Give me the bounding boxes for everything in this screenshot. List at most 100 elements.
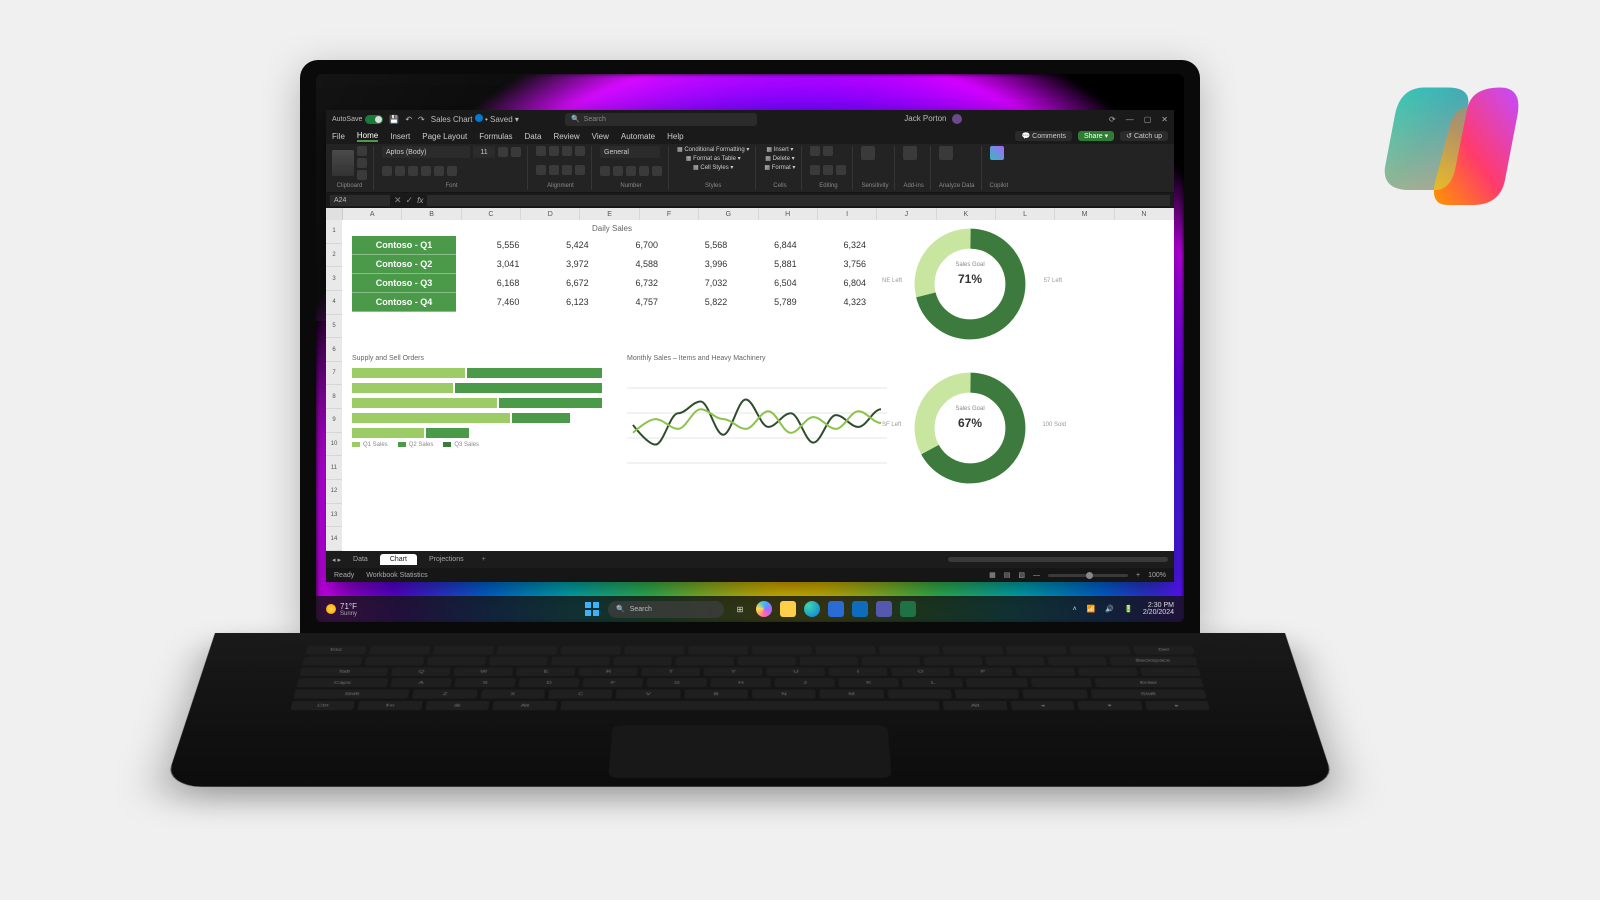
bold-icon[interactable] (382, 166, 392, 176)
clear-icon[interactable] (810, 165, 820, 175)
taskbar-search[interactable]: 🔍Search (608, 601, 724, 618)
underline-icon[interactable] (408, 166, 418, 176)
copy-icon[interactable] (357, 158, 367, 168)
taskbar-weather[interactable]: 71°FSunny (326, 602, 357, 617)
autosum-icon[interactable] (810, 146, 820, 156)
view-page-icon[interactable]: ▤ (1004, 571, 1011, 579)
format-cells-button[interactable]: ▦ Format ▾ (764, 164, 795, 171)
fx-icon[interactable]: fx (417, 196, 423, 205)
comments-button[interactable]: 💬 Comments (1015, 131, 1072, 141)
zoom-slider[interactable] (1048, 574, 1128, 577)
close-icon[interactable]: ✕ (1161, 115, 1168, 124)
menu-data[interactable]: Data (525, 132, 542, 141)
format-painter-icon[interactable] (357, 170, 367, 180)
workbook-stats[interactable]: Workbook Statistics (366, 572, 427, 579)
tray-chevron-icon[interactable]: ˄ (1073, 606, 1077, 613)
wrap-text-icon[interactable] (575, 146, 585, 156)
italic-icon[interactable] (395, 166, 405, 176)
sync-icon[interactable]: ⟳ (1109, 115, 1116, 124)
insert-cells-button[interactable]: ▦ Insert ▾ (766, 146, 793, 153)
column-headers[interactable]: ABCDEFGHIJKLMN (326, 208, 1174, 220)
excel-taskbar-icon[interactable] (900, 601, 916, 617)
worksheet[interactable]: ABCDEFGHIJKLMN 1234567891011121314 Daily… (326, 208, 1174, 551)
undo-icon[interactable]: ↶ (405, 115, 412, 124)
start-icon[interactable] (584, 601, 600, 617)
align-left-icon[interactable] (536, 165, 546, 175)
save-icon[interactable]: 💾 (389, 115, 399, 124)
redo-icon[interactable]: ↷ (418, 115, 425, 124)
sensitivity-icon[interactable] (861, 146, 875, 160)
battery-icon[interactable]: 🔋 (1124, 606, 1133, 613)
menu-help[interactable]: Help (667, 132, 683, 141)
store-icon[interactable] (828, 601, 844, 617)
menu-formulas[interactable]: Formulas (479, 132, 512, 141)
maximize-icon[interactable]: ▢ (1144, 115, 1152, 124)
view-normal-icon[interactable]: ▦ (989, 571, 996, 579)
number-format-select[interactable]: General (600, 146, 660, 158)
menu-automate[interactable]: Automate (621, 132, 655, 141)
view-break-icon[interactable]: ▧ (1018, 571, 1025, 579)
share-button[interactable]: Share ▾ (1078, 131, 1114, 141)
increase-font-icon[interactable] (498, 147, 508, 157)
align-mid-icon[interactable] (549, 146, 559, 156)
cell-styles-button[interactable]: ▦ Cell Styles ▾ (693, 164, 733, 171)
zoom-level[interactable]: 100% (1148, 572, 1166, 579)
border-icon[interactable] (421, 166, 431, 176)
fill-icon[interactable] (823, 146, 833, 156)
menu-home[interactable]: Home (357, 131, 378, 142)
align-bot-icon[interactable] (562, 146, 572, 156)
catchup-button[interactable]: ↺ Catch up (1120, 131, 1168, 141)
tab-data[interactable]: Data (343, 554, 378, 565)
font-color-icon[interactable] (447, 166, 457, 176)
enter-fx-icon[interactable]: ✓ (406, 195, 414, 206)
paste-icon[interactable] (332, 150, 354, 176)
find-icon[interactable] (836, 165, 846, 175)
taskbar-clock[interactable]: 2:30 PM2/20/2024 (1143, 602, 1174, 616)
font-size-select[interactable]: 11 (473, 146, 495, 158)
align-center-icon[interactable] (549, 165, 559, 175)
dec-dec-icon[interactable] (652, 166, 662, 176)
menu-page-layout[interactable]: Page Layout (422, 132, 467, 141)
user-account[interactable]: Jack Porton (904, 114, 961, 124)
decrease-font-icon[interactable] (511, 147, 521, 157)
inc-dec-icon[interactable] (639, 166, 649, 176)
row-headers[interactable]: 1234567891011121314 (326, 220, 342, 551)
outlook-icon[interactable] (852, 601, 868, 617)
tab-projections[interactable]: Projections (419, 554, 474, 565)
menu-review[interactable]: Review (553, 132, 579, 141)
name-box[interactable]: A24 (330, 195, 390, 206)
font-select[interactable]: Aptos (Body) (382, 146, 470, 158)
comma-icon[interactable] (626, 166, 636, 176)
fill-color-icon[interactable] (434, 166, 444, 176)
formula-input[interactable] (427, 195, 1170, 206)
titlebar[interactable]: AutoSave 💾 ↶ ↷ Sales Chart • Saved ▾ 🔍 S… (326, 110, 1174, 128)
percent-icon[interactable] (613, 166, 623, 176)
search-input[interactable]: 🔍 Search (565, 113, 757, 126)
explorer-icon[interactable] (780, 601, 796, 617)
menu-file[interactable]: File (332, 132, 345, 141)
edge-icon[interactable] (804, 601, 820, 617)
addins-icon[interactable] (903, 146, 917, 160)
sheet-nav-next-icon[interactable]: ▸ (338, 556, 342, 564)
copilot-taskbar-icon[interactable] (756, 601, 772, 617)
teams-icon[interactable] (876, 601, 892, 617)
task-view-icon[interactable]: ⊞ (732, 601, 748, 617)
cancel-fx-icon[interactable]: ✕ (394, 195, 402, 206)
wifi-icon[interactable]: 📶 (1087, 606, 1096, 613)
currency-icon[interactable] (600, 166, 610, 176)
delete-cells-button[interactable]: ▦ Delete ▾ (765, 155, 794, 162)
analyze-data-icon[interactable] (939, 146, 953, 160)
horizontal-scrollbar[interactable] (948, 557, 1168, 562)
menu-view[interactable]: View (592, 132, 609, 141)
tab-chart[interactable]: Chart (380, 554, 417, 565)
menu-insert[interactable]: Insert (390, 132, 410, 141)
document-name[interactable]: Sales Chart • Saved ▾ (431, 114, 519, 124)
sort-filter-icon[interactable] (823, 165, 833, 175)
sheet-nav-prev-icon[interactable]: ◂ (332, 556, 336, 564)
align-right-icon[interactable] (562, 165, 572, 175)
minimize-icon[interactable]: — (1126, 115, 1134, 124)
copilot-ribbon-icon[interactable] (990, 146, 1004, 160)
volume-icon[interactable]: 🔊 (1105, 606, 1114, 613)
autosave-toggle[interactable]: AutoSave (332, 115, 383, 124)
format-as-table-button[interactable]: ▦ Format as Table ▾ (686, 155, 741, 162)
